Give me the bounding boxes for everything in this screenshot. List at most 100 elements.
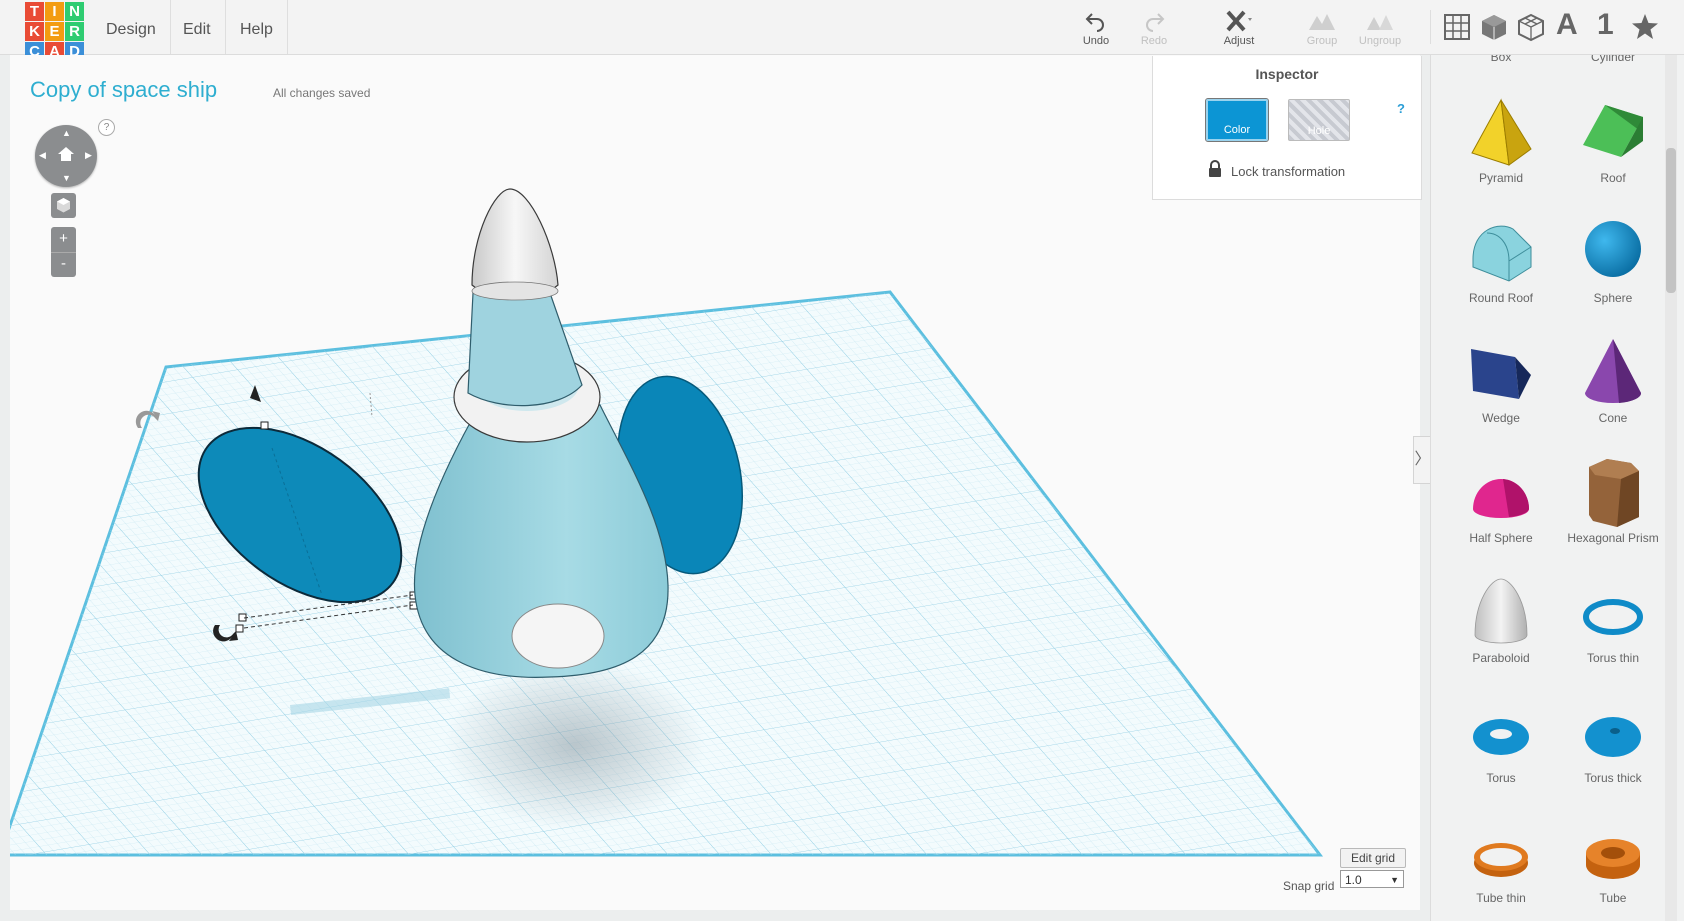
orthographic-view-button[interactable] — [51, 193, 76, 218]
shape-name: Round Roof — [1468, 291, 1534, 305]
shape-torus-thin[interactable]: Torus thin — [1557, 573, 1669, 683]
design-title[interactable]: Copy of space ship — [30, 77, 217, 103]
ungroup-label: Ungroup — [1358, 35, 1402, 47]
selection-handle[interactable] — [235, 624, 244, 633]
zoom-in-button[interactable]: + — [51, 228, 76, 250]
snap-grid-label: Snap grid — [1283, 879, 1335, 893]
menu-edit[interactable]: Edit — [169, 0, 226, 54]
torus-icon — [1473, 719, 1529, 755]
logo-letter: K — [25, 22, 44, 41]
menu-help[interactable]: Help — [226, 0, 288, 54]
number-tool[interactable]: 1 — [1597, 8, 1627, 41]
shape-name: Torus thick — [1584, 771, 1642, 785]
inspector-help-icon[interactable]: ? — [1397, 101, 1405, 116]
redo-icon — [1146, 13, 1165, 32]
round-roof-icon — [1472, 225, 1532, 282]
shape-round-roof[interactable]: Round Roof — [1445, 213, 1557, 323]
grid-view-icon[interactable] — [1442, 12, 1472, 42]
inspector-title: Inspector — [1255, 66, 1319, 82]
orbit-up-arrow[interactable]: ▲ — [62, 128, 71, 138]
sphere-icon — [1585, 221, 1641, 277]
orbit-down-arrow[interactable]: ▼ — [62, 173, 71, 183]
shape-shadow — [445, 660, 705, 830]
chevron-down-icon: ▼ — [1390, 875, 1399, 885]
home-icon[interactable] — [57, 145, 75, 163]
snap-grid-select[interactable]: 1.0 ▼ — [1340, 870, 1404, 888]
shape-name: Pyramid — [1478, 171, 1523, 185]
shape-name: Tube — [1599, 891, 1627, 905]
snap-grid-value: 1.0 — [1345, 873, 1362, 887]
shape-roof[interactable]: Roof — [1557, 93, 1669, 203]
adjust-label: Adjust — [1223, 35, 1255, 47]
scrollbar-thumb[interactable] — [1666, 148, 1676, 293]
shape-name: Wedge — [1482, 411, 1520, 425]
half-sphere-icon — [1473, 479, 1530, 518]
shape-torus[interactable]: Torus — [1445, 693, 1557, 803]
text-tool[interactable]: A — [1556, 8, 1586, 41]
logo-letter: R — [65, 22, 84, 41]
shape-tube[interactable]: Tube — [1557, 813, 1669, 921]
color-label: Color — [1223, 124, 1251, 136]
zoom-controls: + - — [51, 227, 76, 277]
undo-button[interactable]: Undo — [1066, 8, 1126, 48]
shape-name: Paraboloid — [1472, 651, 1530, 665]
shape-tube-thin[interactable]: Tube thin — [1445, 813, 1557, 921]
group-label: Group — [1306, 35, 1338, 47]
view-help-icon[interactable]: ? — [98, 119, 115, 136]
hole-label: Hole — [1307, 125, 1331, 137]
undo-icon — [1085, 13, 1104, 32]
tube-icon — [1586, 839, 1640, 879]
box-view-icon[interactable] — [1479, 12, 1509, 42]
upper-cone[interactable] — [467, 292, 583, 407]
ungroup-icon — [1367, 15, 1393, 30]
tube-thin-icon — [1474, 843, 1528, 877]
tinkercad-logo[interactable]: T I N K E R C A D — [25, 2, 85, 62]
shape-name: Sphere — [1593, 291, 1633, 305]
shape-pyramid[interactable]: Pyramid — [1445, 93, 1557, 203]
shape-name: Torus — [1486, 771, 1516, 785]
orbit-right-arrow[interactable]: ▶ — [85, 150, 92, 161]
shape-paraboloid[interactable]: Paraboloid — [1445, 573, 1557, 683]
shape-cone[interactable]: Cone — [1557, 333, 1669, 443]
pyramid-icon — [1471, 98, 1532, 166]
shape-hexagonal-prism[interactable]: Hexagonal Prism — [1557, 453, 1669, 563]
lock-transformation-label[interactable]: Lock transformation — [1231, 164, 1345, 179]
adjust-tools-icon — [1226, 10, 1252, 32]
zoom-out-button[interactable]: - — [51, 252, 76, 275]
shape-wedge[interactable]: Wedge — [1445, 333, 1557, 443]
wireframe-view-icon[interactable] — [1516, 12, 1546, 42]
star-icon[interactable] — [1630, 12, 1660, 42]
adjust-button[interactable]: Adjust — [1209, 8, 1269, 48]
hole-swatch[interactable]: Hole — [1288, 99, 1350, 141]
view-navigator[interactable]: ▲ ▼ ◀ ▶ — [35, 125, 97, 187]
torus-thin-icon — [1583, 599, 1643, 635]
front-bubble[interactable] — [511, 603, 605, 669]
ungroup-button[interactable]: Ungroup — [1350, 8, 1410, 48]
shape-name: Half Sphere — [1469, 531, 1533, 545]
shape-sphere[interactable]: Sphere — [1557, 213, 1669, 323]
undo-label: Undo — [1082, 35, 1110, 47]
cube-icon — [57, 198, 70, 213]
roof-icon — [1583, 105, 1643, 157]
shape-label[interactable]: Cylinder — [1573, 55, 1653, 64]
panel-collapse-toggle[interactable]: 〉 — [1413, 436, 1431, 484]
menu-design[interactable]: Design — [92, 0, 171, 54]
wedge-icon — [1471, 349, 1531, 399]
shape-torus-thick[interactable]: Torus thick — [1557, 693, 1669, 803]
edit-grid-button[interactable]: Edit grid — [1340, 848, 1406, 868]
hexagonal-prism-icon — [1589, 459, 1639, 527]
inspector-panel: Inspector ? Color Hole Lock transformati… — [1152, 56, 1422, 200]
lock-icon[interactable] — [1207, 160, 1223, 178]
color-swatch[interactable]: Color — [1205, 98, 1269, 142]
orbit-left-arrow[interactable]: ◀ — [39, 150, 46, 161]
logo-letter: E — [45, 22, 64, 41]
logo-letter: I — [45, 2, 64, 21]
group-button[interactable]: Group — [1292, 8, 1352, 48]
nose-cone[interactable] — [471, 188, 559, 298]
cone-icon — [1585, 339, 1642, 403]
shape-half-sphere[interactable]: Half Sphere — [1445, 453, 1557, 563]
selection-handle[interactable] — [260, 421, 269, 430]
shape-label[interactable]: Box — [1461, 55, 1541, 64]
shape-name: Roof — [1600, 171, 1626, 185]
redo-button[interactable]: Redo — [1124, 8, 1184, 48]
